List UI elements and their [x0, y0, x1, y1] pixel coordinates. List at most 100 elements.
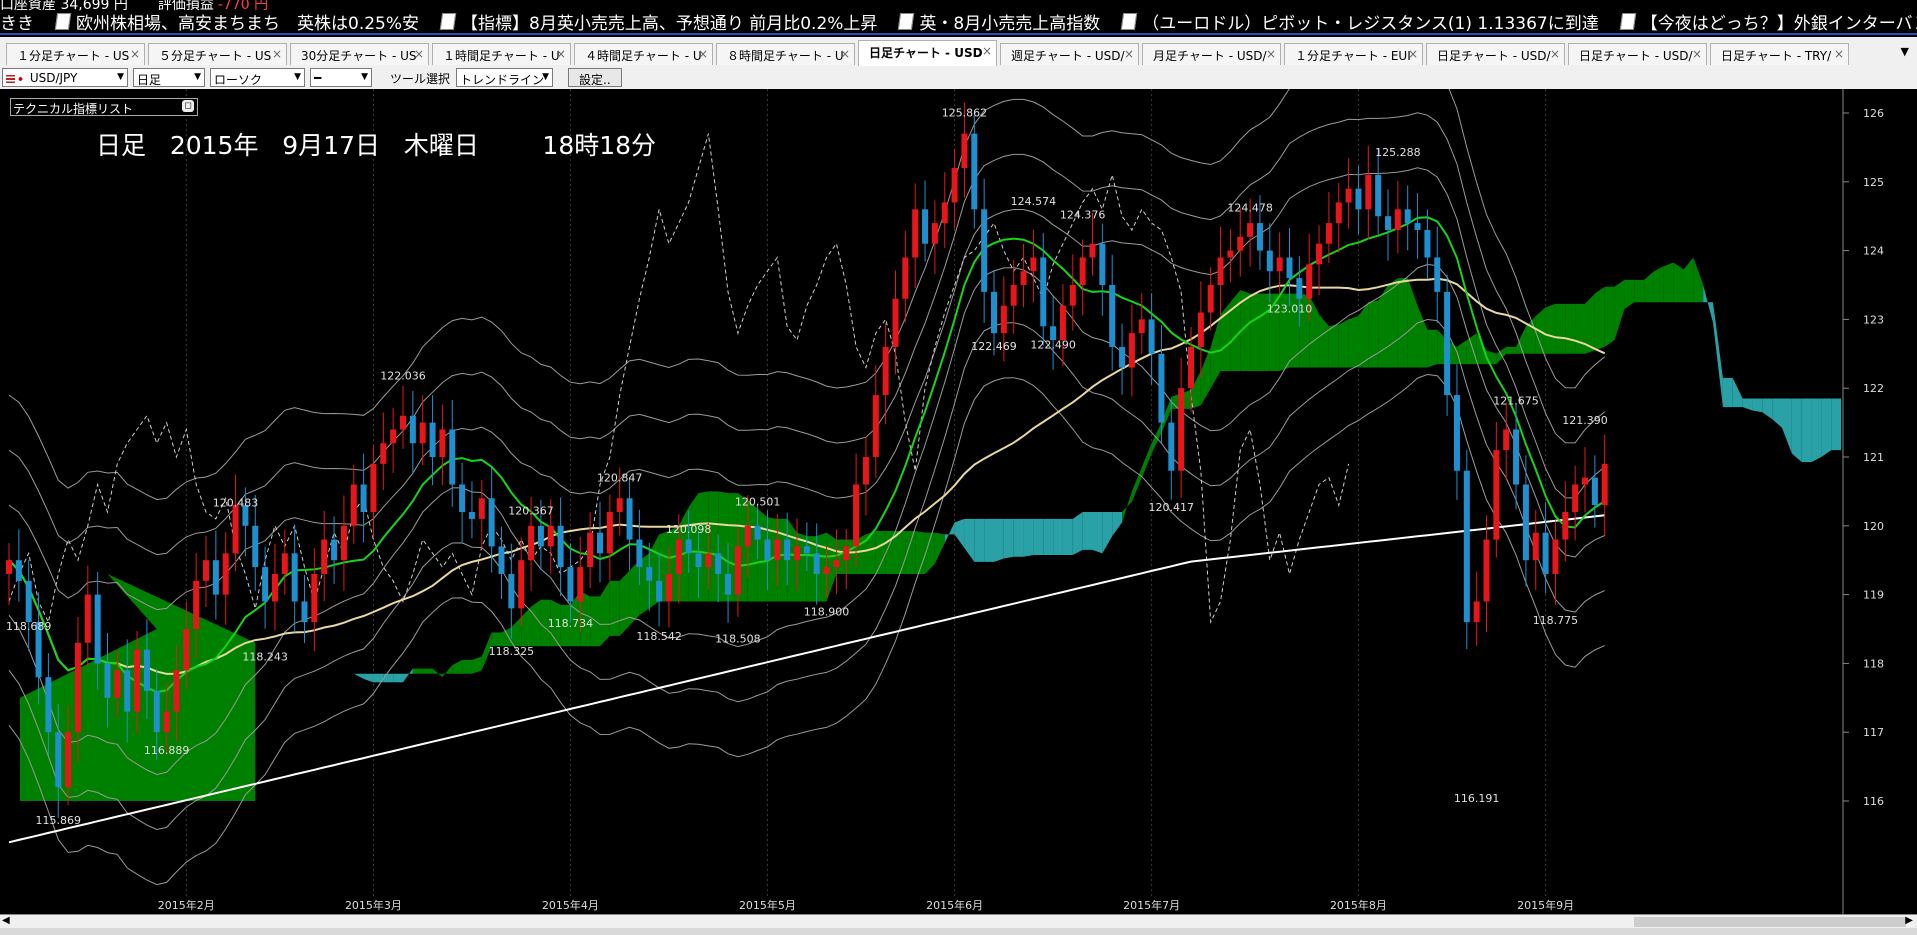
scroll-right-icon[interactable]: ▶ [1905, 915, 1913, 926]
candle-body [488, 498, 495, 547]
candle-body [803, 546, 810, 554]
candle-body [597, 532, 603, 554]
price-annotation-label: 122.469 [971, 340, 1017, 353]
candle-body [1286, 257, 1293, 279]
close-tab-icon[interactable]: × [272, 47, 282, 61]
chart-tab[interactable]: 日足チャート - USD/× [1568, 43, 1707, 65]
chart-tab-label: 日足チャート - USD/ [1579, 49, 1693, 63]
chart-tab[interactable]: 月足チャート - USD/× [1142, 43, 1281, 65]
timeframe-select[interactable]: 日足 ▼ [133, 68, 205, 87]
y-tick-label: 119 [1863, 589, 1884, 602]
candle-body [1119, 346, 1126, 368]
news-ticker: 口座資産 34,699 円評価損益 -770 円 きき 欧州株相場、高安まちまち 英… [0, 0, 1917, 35]
headline-item[interactable]: 欧州株相場、高安まちまち 英株は0.25%安 [54, 9, 419, 34]
candle-body [498, 546, 505, 574]
chart-tab-label: 月足チャート - USD/ [1153, 49, 1267, 63]
candle-body [1444, 291, 1451, 396]
chart-tab[interactable]: ５分足チャート - US × [148, 43, 287, 65]
scrollbar-thumb[interactable] [1634, 917, 1906, 927]
close-tab-icon[interactable]: × [840, 47, 850, 61]
candle-body [1109, 285, 1116, 347]
ichimoku-cloud-segment [1250, 293, 1260, 371]
candle-body [902, 257, 909, 299]
candle-body [1237, 236, 1244, 251]
close-tab-icon[interactable]: × [1266, 47, 1276, 61]
headline-fragment: きき [0, 13, 34, 34]
candle-body [1256, 223, 1263, 251]
candlestick-chart[interactable]: 118.689 115.869 116.889 120.483 118.243 122.0… [0, 89, 1917, 914]
candle-body [340, 525, 347, 561]
candle-body [281, 553, 288, 574]
ichimoku-cloud-segment [412, 668, 423, 674]
ticker-divider [0, 33, 1917, 35]
candle-body [1453, 395, 1460, 471]
tool-select-label: ツール選択 [390, 72, 451, 86]
candle-body [1148, 319, 1155, 354]
close-tab-icon[interactable]: × [1692, 47, 1702, 61]
price-annotation-label: 121.390 [1562, 414, 1608, 427]
chart-tab[interactable]: 日足チャート - TRY/× [1710, 43, 1849, 65]
chart-tab[interactable]: ８時間足チャート - U × [716, 43, 855, 65]
chart-tab[interactable]: 日足チャート - USD × [858, 40, 997, 66]
candle-body [1532, 532, 1539, 561]
y-tick-label: 126 [1863, 107, 1884, 120]
close-tab-icon[interactable]: × [698, 47, 708, 61]
ichimoku-cloud-segment [1033, 518, 1044, 556]
chart-tab[interactable]: １分足チャート - EUI × [1284, 43, 1423, 65]
headline-strip[interactable]: きき 欧州株相場、高安まちまち 英株は0.25%安 【指標】8月英小売売上高、予想通… [0, 9, 1917, 34]
line-style-select[interactable]: ━ ▼ [310, 68, 372, 87]
candle-body [1168, 422, 1175, 471]
tool-select[interactable]: トレンドライン ▼ [456, 68, 553, 87]
chart-tab[interactable]: ４時間足チャート - U × [574, 43, 713, 65]
candle-body [65, 732, 72, 788]
price-annotation-label: 122.490 [1030, 338, 1076, 351]
candle-body [518, 560, 525, 609]
headline-item[interactable]: 【指標】8月英小売売上高、予想通り 前月比0.2%上昇 [439, 9, 877, 34]
y-tick-label: 122 [1863, 382, 1884, 395]
headline-item[interactable]: 【今夜はどっち？】外銀インターバンク [1619, 9, 1917, 34]
tab-list-dropdown-icon[interactable]: ▼ [1901, 45, 1909, 58]
scroll-left-icon[interactable]: ◀ [2, 915, 10, 926]
ichimoku-cloud-segment [629, 560, 640, 626]
headline-item[interactable]: （ユーロドル）ピボット・レジスタンス(1) 1.13367に到達 [1121, 9, 1599, 34]
chart-tab[interactable]: 日足チャート - USD/× [1426, 43, 1565, 65]
candle-body [1128, 333, 1135, 368]
ichimoku-cloud-segment [1545, 303, 1556, 354]
candle-body [429, 422, 436, 457]
headline-item[interactable]: 英・8月小売売上高指数 [898, 9, 1100, 34]
close-tab-icon[interactable]: × [1408, 47, 1418, 61]
currency-pair-select[interactable]: USD/JPY ▼ [2, 68, 128, 87]
candle-body [1414, 223, 1421, 230]
chart-tab-label: 週足チャート - USD/ [1011, 49, 1125, 63]
candle-body [1010, 285, 1017, 306]
close-tab-icon[interactable]: × [982, 44, 992, 58]
close-tab-icon[interactable]: × [1834, 47, 1844, 61]
horizontal-scrollbar[interactable]: ◀ ▶ [0, 914, 1917, 929]
chart-tab[interactable]: 30分足チャート - US × [290, 43, 429, 65]
y-tick-label: 116 [1863, 795, 1884, 808]
candle-body [725, 573, 732, 595]
ichimoku-cloud-segment [422, 668, 433, 674]
close-tab-icon[interactable]: × [1550, 47, 1560, 61]
price-annotation-label: 118.775 [1533, 614, 1579, 627]
chart-tab-label: １分足チャート - EUI [1295, 49, 1411, 63]
settings-button[interactable]: 設定.. [568, 68, 622, 87]
candle-body [774, 539, 781, 561]
collapse-icon[interactable]: ◻ [182, 100, 194, 112]
chart-tab[interactable]: １分足チャート - US × [6, 43, 145, 65]
candle-body [409, 415, 416, 444]
price-annotation-label: 122.036 [380, 370, 426, 383]
chart-style-select[interactable]: ローソク ▼ [210, 68, 305, 87]
close-tab-icon[interactable]: × [1124, 47, 1134, 61]
close-tab-icon[interactable]: × [130, 47, 140, 61]
chart-tab[interactable]: １時間足チャート - U × [432, 43, 571, 65]
document-icon [1619, 12, 1636, 30]
ichimoku-cloud-segment [1594, 286, 1605, 351]
x-tick-label: 2015年5月 [739, 898, 796, 912]
candle-body [1552, 539, 1559, 574]
technical-indicator-list[interactable]: テクニカル指標リスト ◻ [10, 98, 198, 116]
chart-tab[interactable]: 週足チャート - USD/× [1000, 43, 1139, 65]
close-tab-icon[interactable]: × [556, 47, 566, 61]
close-tab-icon[interactable]: × [414, 47, 424, 61]
us-flag-icon [6, 74, 15, 83]
